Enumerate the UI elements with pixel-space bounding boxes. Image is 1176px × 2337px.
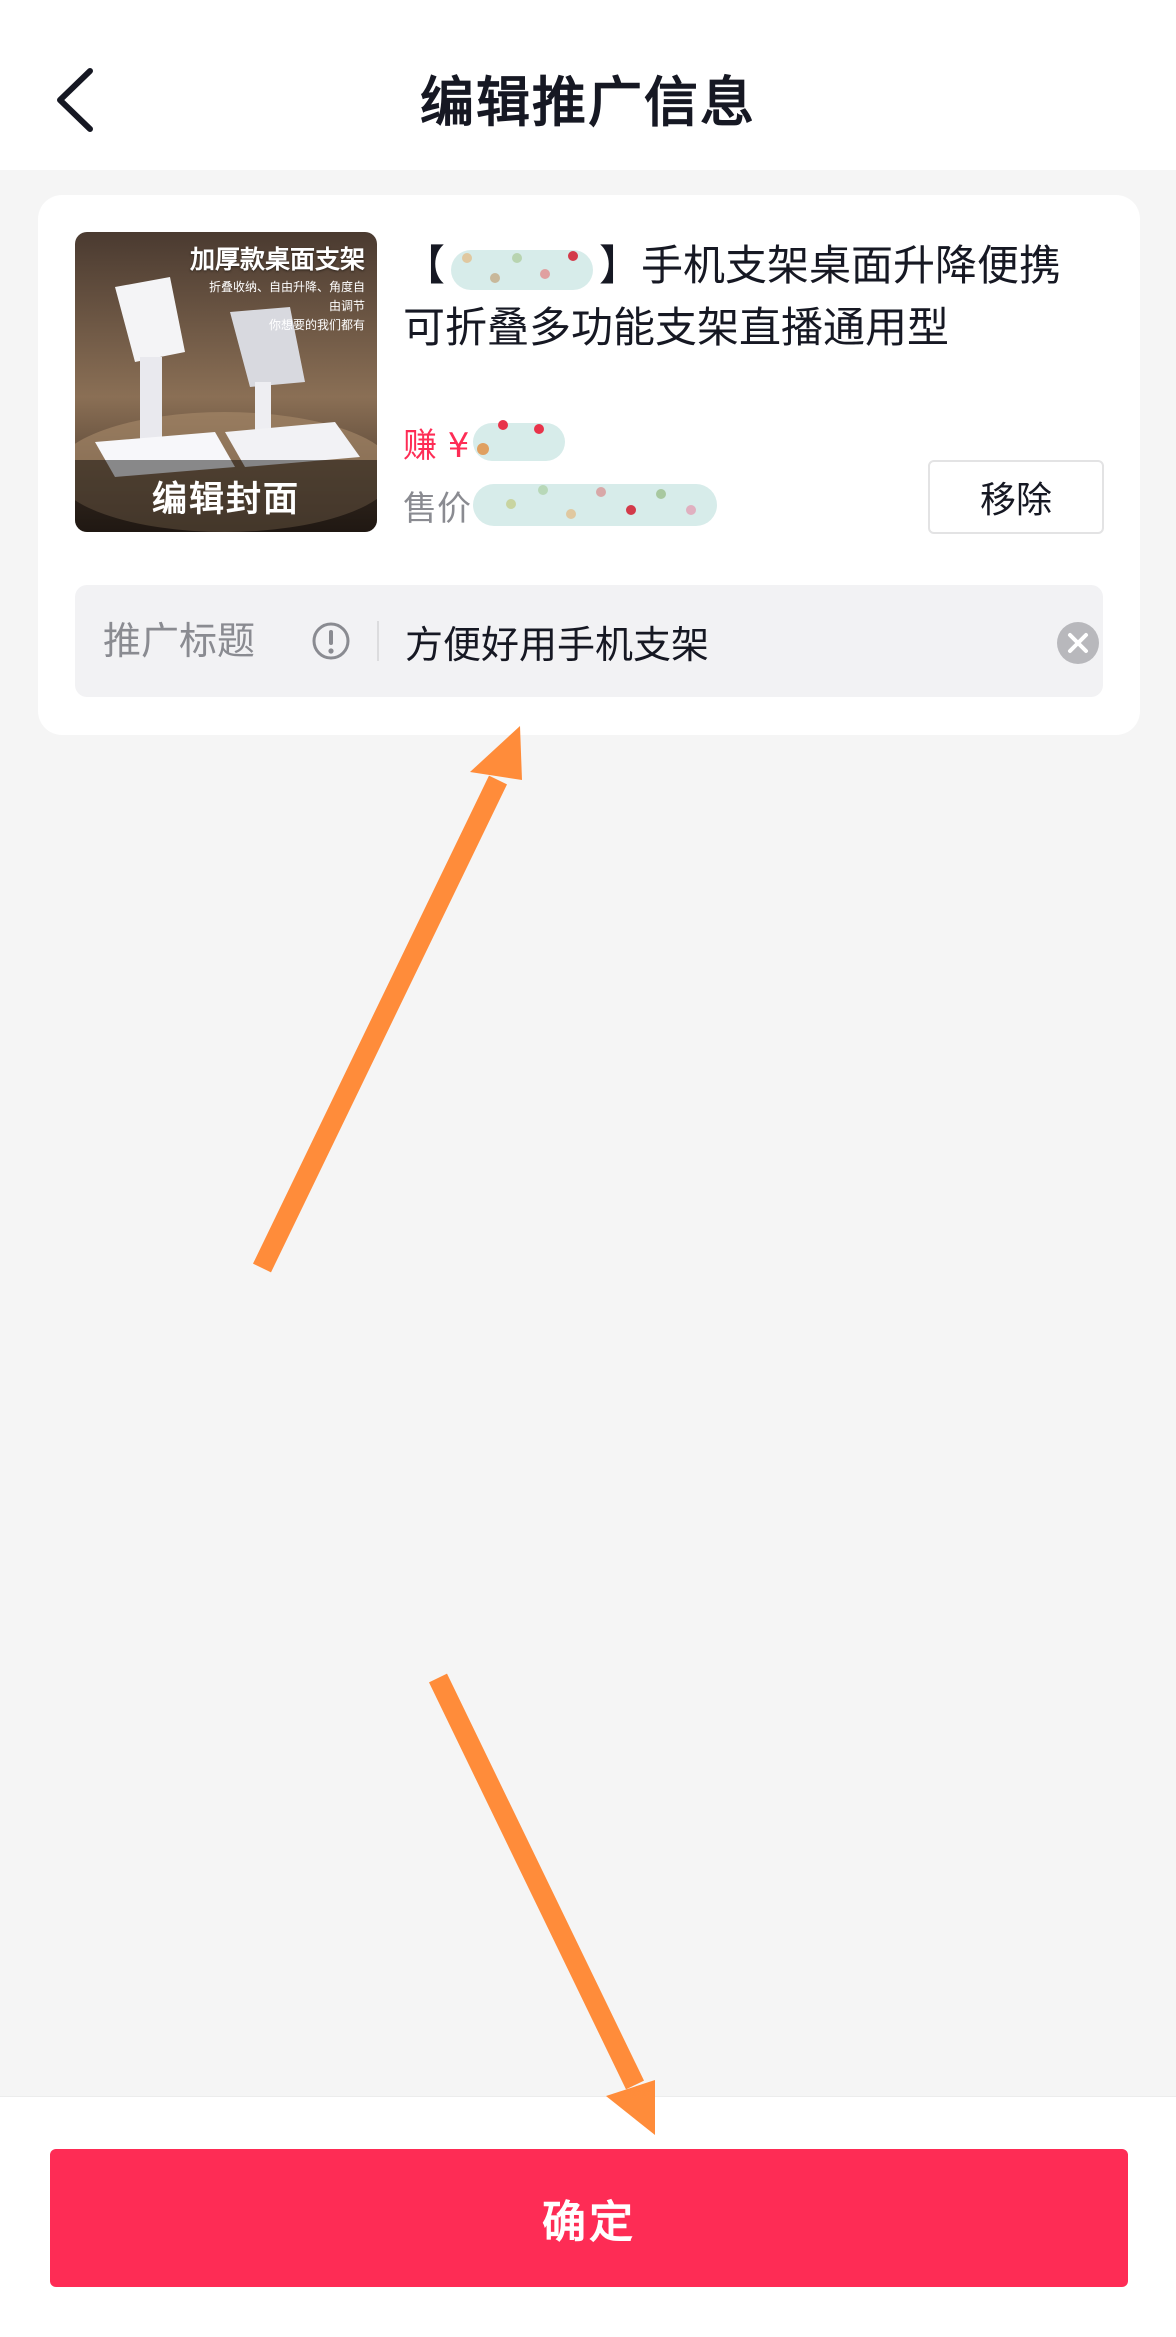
clear-circle-icon[interactable]	[1056, 621, 1100, 665]
product-title: 【 】手机支架桌面升降便携可折叠多功能支架直播通用型	[403, 235, 1103, 359]
edit-cover-button[interactable]: 编辑封面	[75, 460, 377, 532]
price-row: 售价	[403, 480, 721, 530]
cover-subline-1: 折叠收纳、自由升降、角度自由调节	[208, 280, 365, 313]
page-title: 编辑推广信息	[420, 71, 756, 134]
cover-subline-2: 你想要的我们都有	[268, 318, 365, 332]
product-cover-image[interactable]: 加厚款桌面支架 折叠收纳、自由升降、角度自由调节 你想要的我们都有 编辑封面	[75, 232, 377, 532]
top-nav-bar: 编辑推广信息	[0, 0, 1176, 170]
promo-title-label: 推广标题	[103, 619, 256, 663]
arrow-up-annotation	[252, 726, 522, 1273]
redacted-price-blur	[473, 484, 717, 526]
product-title-prefix: 【	[403, 241, 446, 290]
field-divider	[377, 621, 379, 661]
exclamation-circle-icon[interactable]	[311, 621, 351, 661]
price-label: 售价	[403, 488, 471, 529]
redacted-brand-blur	[451, 249, 594, 290]
remove-button[interactable]: 移除	[928, 460, 1104, 534]
edit-promotion-page: 编辑推广信息 加厚款桌面支架 折叠收纳、自由升降、角度自由调节 你想要的我们都有…	[0, 0, 1176, 2337]
product-card: 加厚款桌面支架 折叠收纳、自由升降、角度自由调节 你想要的我们都有 编辑封面 【…	[38, 195, 1140, 735]
promo-title-field[interactable]: 推广标题	[75, 585, 1103, 697]
cover-headline: 加厚款桌面支架	[189, 245, 365, 274]
arrow-down-annotation	[428, 1673, 655, 2135]
commission-row: 赚 ¥	[403, 417, 569, 467]
commission-label: 赚 ¥	[403, 425, 470, 466]
promo-title-input[interactable]	[405, 603, 1005, 679]
bottom-action-bar: 确定	[0, 2096, 1176, 2337]
confirm-button[interactable]: 确定	[50, 2149, 1128, 2287]
cover-subline: 折叠收纳、自由升降、角度自由调节 你想要的我们都有	[205, 278, 365, 335]
redacted-commission-blur	[473, 420, 566, 461]
